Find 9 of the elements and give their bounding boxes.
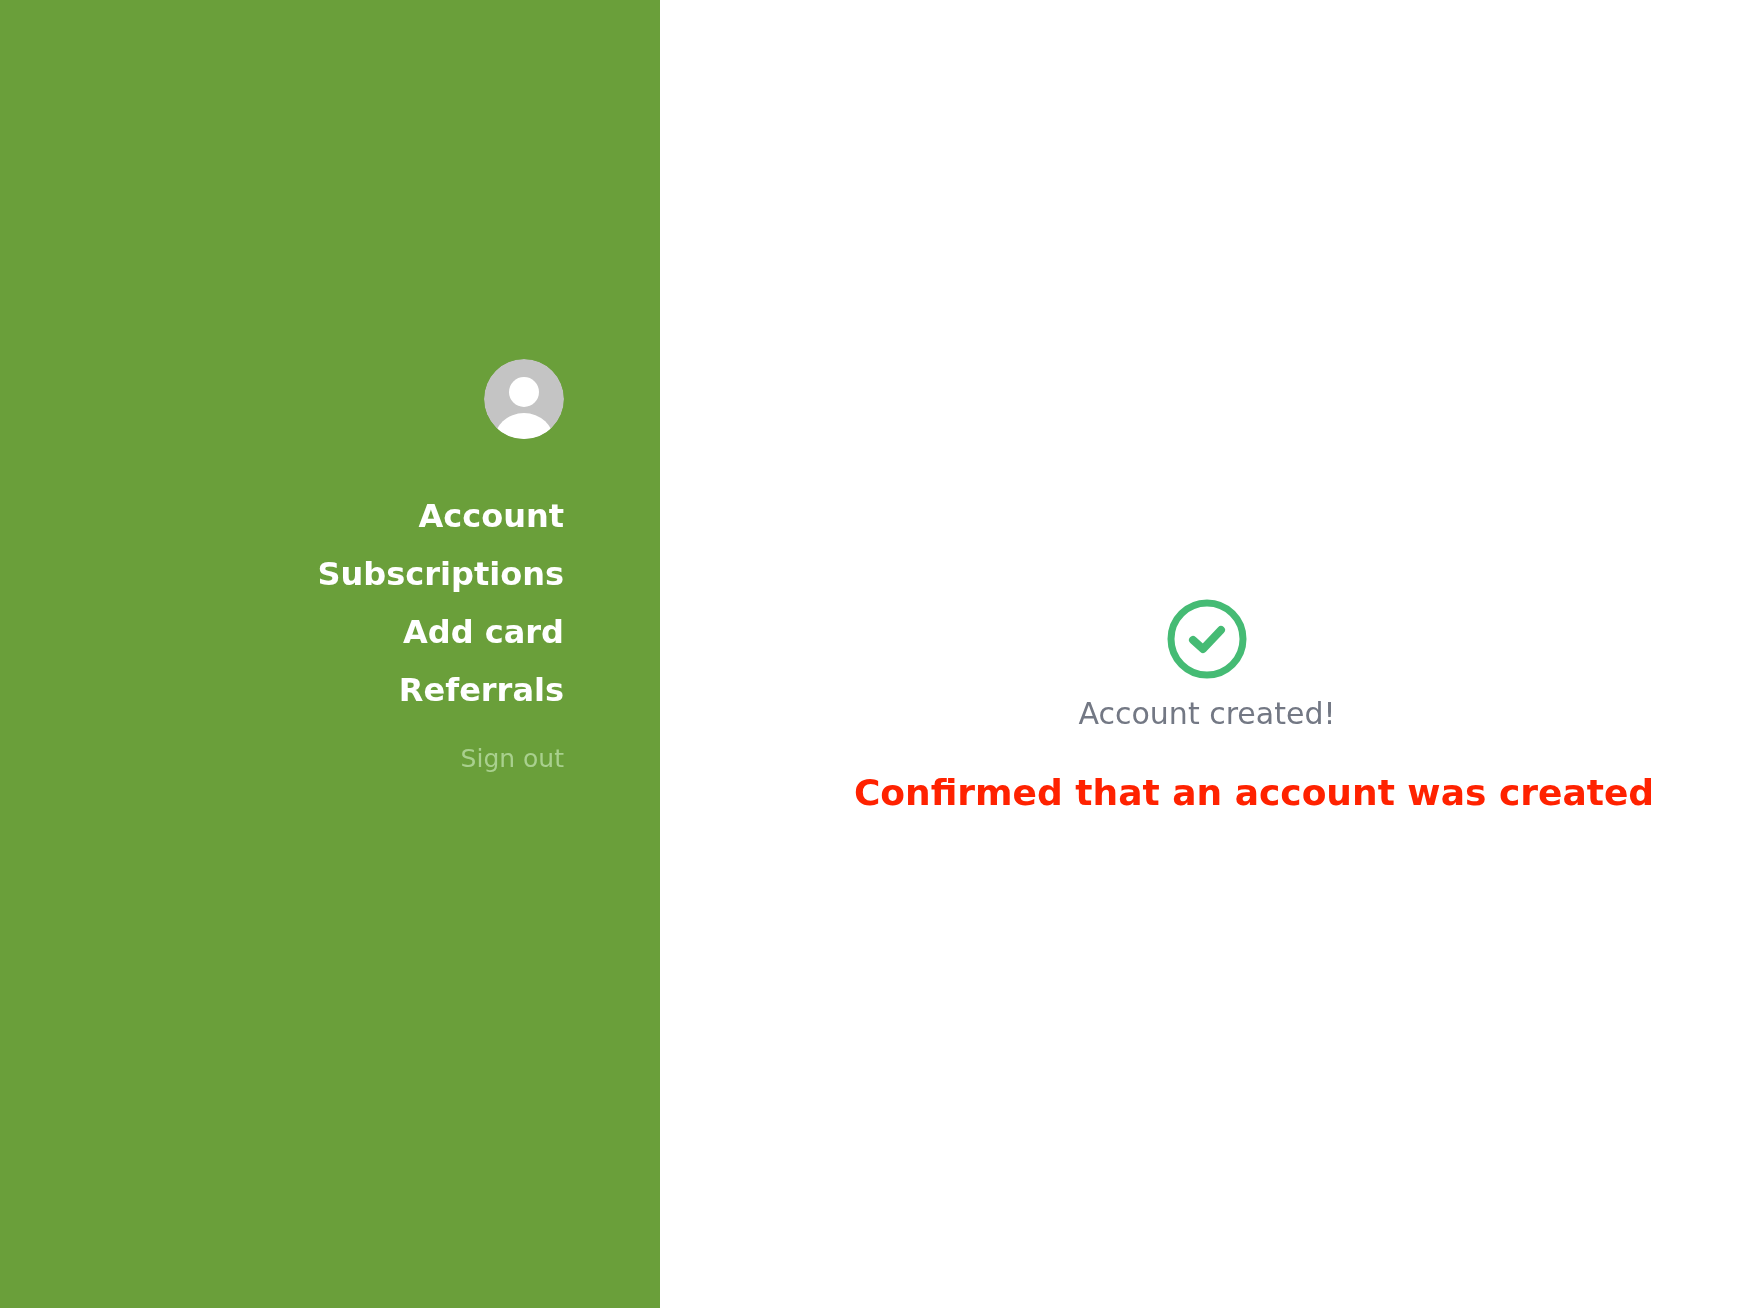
nav-link[interactable]: Referrals: [398, 661, 564, 719]
avatar-icon: [484, 359, 564, 439]
annotation-text: Confirmed that an account was created: [853, 771, 1655, 815]
nav-link[interactable]: Account: [418, 487, 564, 545]
nav-link[interactable]: Add card: [403, 603, 564, 661]
success-message: Account created!: [1078, 695, 1336, 733]
check-circle-icon: [1167, 599, 1247, 679]
sign-out-link[interactable]: Sign out: [460, 739, 564, 779]
nav-link[interactable]: Subscriptions: [317, 545, 564, 603]
